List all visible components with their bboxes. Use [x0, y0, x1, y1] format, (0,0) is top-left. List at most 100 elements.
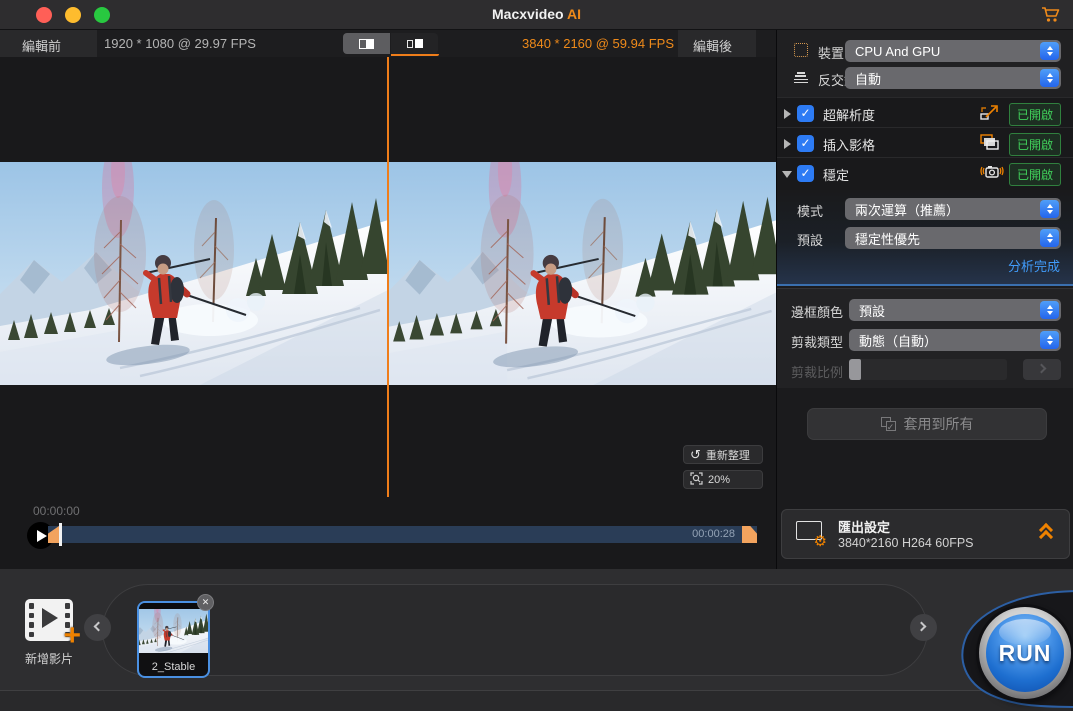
current-time: 00:00:00 [33, 504, 80, 518]
refresh-button[interactable]: ↺ 重新整理 [683, 445, 763, 464]
before-resolution: 1920 * 1080 @ 29.97 FPS [104, 36, 256, 51]
deinterlace-stepper-icon[interactable] [1040, 69, 1059, 87]
after-label: 編輯後 [693, 36, 732, 55]
mode-stepper-icon[interactable] [1040, 200, 1059, 218]
after-resolution: 3840 * 2160 @ 59.94 FPS [458, 36, 674, 51]
trim-handle-right[interactable] [742, 526, 757, 543]
trim-handle-left[interactable] [48, 526, 59, 543]
refresh-icon: ↺ [690, 448, 701, 461]
frame-interpolation-status-badge: 已開啟 [1009, 133, 1061, 156]
apply-to-all-label: 套用到所有 [904, 414, 974, 434]
general-section: 裝置 CPU And GPU 反交錯 自動 [777, 30, 1073, 97]
super-resolution-checkbox[interactable]: ✓ [797, 105, 814, 122]
active-view-underline [391, 54, 439, 56]
zoom-level-value: 20% [708, 474, 730, 486]
crop-type-value: 動態（自動） [859, 331, 937, 350]
disclosure-collapsed-icon[interactable] [784, 139, 791, 149]
export-settings-card[interactable]: ⚙ 匯出設定 3840*2160 H264 60FPS [781, 509, 1070, 559]
before-label: 編輯前 [22, 36, 61, 55]
super-resolution-icon [979, 103, 1001, 123]
collapse-chevron-up-icon[interactable] [1039, 524, 1055, 544]
deinterlace-value: 自動 [855, 69, 881, 88]
scroll-left-button[interactable] [84, 614, 111, 641]
chevron-right-icon [1037, 364, 1047, 374]
border-color-stepper-icon[interactable] [1040, 301, 1059, 319]
deinterlace-row: 反交錯 自動 [777, 67, 1073, 89]
app-name-accent: AI [567, 6, 581, 22]
super-resolution-label: 超解析度 [823, 105, 875, 124]
device-dropdown[interactable]: CPU And GPU [845, 40, 1061, 62]
magnifier-icon [690, 472, 703, 487]
mode-dropdown[interactable]: 兩次運算（推薦） [845, 198, 1061, 220]
device-icon [794, 43, 808, 57]
frame-interpolation-row[interactable]: ✓ 插入影格 已開啟 [777, 127, 1073, 157]
super-resolution-row[interactable]: ✓ 超解析度 已開啟 [777, 97, 1073, 127]
run-button-gloss [999, 619, 1051, 645]
disclosure-expanded-icon[interactable] [782, 171, 792, 178]
mode-label: 模式 [797, 201, 823, 220]
preset-stepper-icon[interactable] [1040, 229, 1059, 247]
chevron-left-icon [94, 622, 104, 632]
preset-label: 預設 [797, 230, 823, 249]
border-color-dropdown[interactable]: 預設 [849, 299, 1061, 321]
stabilization-checkbox[interactable]: ✓ [797, 165, 814, 182]
border-color-label: 邊框顏色 [791, 302, 843, 321]
add-video-label: 新增影片 [20, 650, 78, 667]
chevron-right-icon [917, 622, 927, 632]
view-mode-toggle [343, 33, 438, 54]
mode-row: 模式 兩次運算（推薦） [777, 198, 1073, 220]
crop-type-row: 剪裁類型 動態（自動） [777, 329, 1073, 351]
apply-to-all-button[interactable]: ✓ 套用到所有 [807, 408, 1047, 440]
split-divider[interactable] [387, 57, 389, 497]
playhead[interactable] [59, 523, 62, 546]
crop-ratio-row: 剪裁比例 [777, 359, 1073, 381]
gear-icon: ⚙ [814, 534, 827, 549]
frame-interpolation-label: 插入影格 [823, 135, 875, 154]
disclosure-collapsed-icon[interactable] [784, 109, 791, 119]
analysis-complete-link[interactable]: 分析完成 [1008, 256, 1060, 275]
end-time: 00:00:28 [692, 528, 735, 540]
plus-icon: + [63, 621, 81, 651]
refresh-label: 重新整理 [706, 447, 750, 463]
frame-interpolation-icon [979, 133, 1001, 153]
export-settings-title: 匯出設定 [838, 517, 890, 536]
clip-thumbnail[interactable]: 2_Stable [137, 601, 210, 678]
side-by-side-view-button[interactable] [391, 33, 438, 54]
preview-area: ↺ 重新整理 20% 00:00:00 00:00:28 [0, 57, 776, 569]
zoom-level-button[interactable]: 20% [683, 470, 763, 489]
compare-bar: 編輯前 1920 * 1080 @ 29.97 FPS 3840 * 2160 … [0, 30, 776, 57]
crop-type-dropdown[interactable]: 動態（自動） [849, 329, 1061, 351]
media-panel: + 新增影片 2_Stable ✕ RUN [0, 569, 1073, 711]
crop-ratio-label: 剪裁比例 [791, 362, 843, 381]
add-video-film-icon: + [25, 599, 73, 641]
device-stepper-icon[interactable] [1040, 42, 1059, 60]
device-label: 裝置 [818, 43, 844, 62]
split-view-icon [359, 39, 374, 49]
border-color-row: 邊框顏色 預設 [777, 299, 1073, 321]
media-track [102, 584, 928, 676]
preset-row: 預設 穩定性優先 [777, 227, 1073, 249]
split-view-button[interactable] [343, 33, 390, 54]
preset-dropdown[interactable]: 穩定性優先 [845, 227, 1061, 249]
crop-ratio-slider-thumb [849, 359, 861, 380]
app-name: Macxvideo [492, 6, 564, 22]
video-after-frame [389, 162, 776, 385]
play-icon [37, 530, 47, 542]
stabilization-camera-shake-icon [979, 163, 1001, 183]
seek-bar[interactable]: 00:00:28 [48, 526, 757, 543]
cart-icon[interactable] [1041, 6, 1061, 28]
crop-type-stepper-icon[interactable] [1040, 331, 1059, 349]
export-settings-icon: ⚙ [796, 521, 824, 545]
media-panel-footer [0, 691, 1073, 711]
deinterlace-dropdown[interactable]: 自動 [845, 67, 1061, 89]
video-before-frame [0, 162, 388, 385]
border-color-value: 預設 [859, 301, 885, 320]
export-settings-summary: 3840*2160 H264 60FPS [838, 536, 974, 550]
add-video-button[interactable]: + 新增影片 [20, 599, 78, 663]
device-row: 裝置 CPU And GPU [777, 40, 1073, 62]
frame-interpolation-checkbox[interactable]: ✓ [797, 135, 814, 152]
scroll-right-button[interactable] [910, 614, 937, 641]
stabilization-row[interactable]: ✓ 穩定 已開啟 [777, 157, 1073, 190]
clip-name: 2_Stable [139, 661, 208, 673]
remove-clip-button[interactable]: ✕ [197, 594, 214, 611]
